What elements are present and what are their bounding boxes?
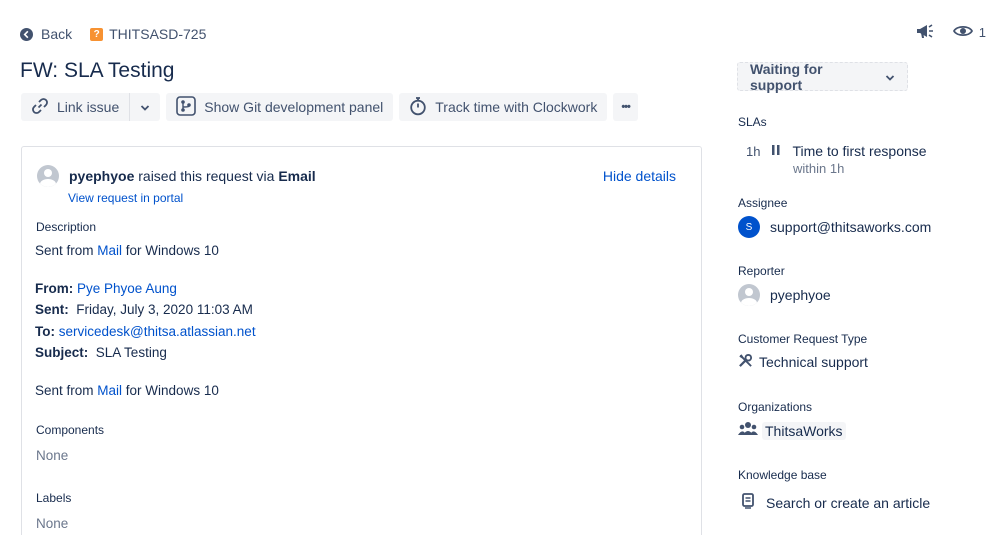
to-email-link[interactable]: servicedesk@thitsa.atlassian.net xyxy=(59,324,256,339)
chevron-down-icon xyxy=(140,99,150,115)
tools-icon xyxy=(738,353,753,371)
arrow-left-icon xyxy=(20,27,33,41)
reporter-label: Reporter xyxy=(738,264,785,278)
assignee-value: support@thitsaworks.com xyxy=(770,219,932,235)
question-icon: ? xyxy=(90,27,104,41)
to-label: To: xyxy=(35,324,55,339)
organization-value: ThitsaWorks xyxy=(762,421,846,440)
status-label: Waiting for support xyxy=(750,60,823,93)
top-actions: 1 xyxy=(915,22,986,43)
hide-details-link[interactable]: Hide details xyxy=(603,168,676,184)
request-details-panel: pyephyoe raised this request via Email V… xyxy=(21,146,702,535)
knowledge-base-search[interactable]: Search or create an article xyxy=(738,493,930,512)
back-button[interactable]: Back xyxy=(20,26,72,42)
labels-value[interactable]: None xyxy=(36,516,68,531)
avatar: S xyxy=(738,216,760,238)
git-panel-button[interactable]: Show Git development panel xyxy=(166,93,394,121)
labels-label: Labels xyxy=(36,491,72,505)
link-icon xyxy=(31,97,49,118)
from-link[interactable]: Pye Phyoe Aung xyxy=(77,281,177,296)
watch-button[interactable]: 1 xyxy=(952,24,986,41)
request-type-value: Technical support xyxy=(759,354,868,370)
watch-count: 1 xyxy=(978,25,986,40)
back-label: Back xyxy=(41,26,73,42)
issue-key: THITSASD-725 xyxy=(109,26,207,42)
pause-icon xyxy=(770,143,782,159)
email-from: From: Pye Phyoe Aung xyxy=(35,281,177,296)
sla-time: 1h xyxy=(746,143,761,159)
status-button[interactable]: Waiting for support xyxy=(737,60,908,93)
link-issue-label: Link issue xyxy=(57,99,120,115)
link-issue-dropdown[interactable] xyxy=(130,93,160,121)
from-label: From: xyxy=(35,281,74,296)
avatar xyxy=(738,284,760,306)
text-fragment: for Windows 10 xyxy=(122,243,219,258)
slas-label: SLAs xyxy=(738,115,767,129)
eye-icon xyxy=(952,24,973,41)
sla-within: within 1h xyxy=(793,161,845,176)
text-fragment: Sent from xyxy=(35,383,98,398)
issue-key-link[interactable]: ? THITSASD-725 xyxy=(90,26,206,42)
organizations-field[interactable]: ThitsaWorks xyxy=(738,420,846,441)
more-actions-button[interactable]: ••• xyxy=(613,93,638,121)
mail-link[interactable]: Mail xyxy=(97,383,122,398)
view-request-portal-link[interactable]: View request in portal xyxy=(68,191,183,205)
track-time-label: Track time with Clockwork xyxy=(435,99,598,115)
description-line: Sent from Mail for Windows 10 xyxy=(35,383,219,398)
stopwatch-icon xyxy=(409,96,427,119)
avatar xyxy=(37,165,59,187)
reporter-name[interactable]: pyephyoe xyxy=(69,168,134,184)
request-type-label: Customer Request Type xyxy=(738,332,868,346)
mail-link[interactable]: Mail xyxy=(97,243,122,258)
chevron-down-icon xyxy=(885,69,895,85)
top-bar: Back ? THITSASD-725 xyxy=(20,24,206,44)
description-line: Sent from Mail for Windows 10 xyxy=(35,243,219,258)
sla-row: 1h Time to first response xyxy=(738,143,927,159)
knowledge-base-value: Search or create an article xyxy=(766,494,931,511)
email-to: To: servicedesk@thitsa.atlassian.net xyxy=(35,324,256,339)
track-time-button[interactable]: Track time with Clockwork xyxy=(399,93,608,121)
sla-name: Time to first response xyxy=(792,143,927,159)
article-icon xyxy=(742,493,754,512)
description-label: Description xyxy=(36,220,97,234)
knowledge-base-label: Knowledge base xyxy=(738,468,827,482)
text-fragment: for Windows 10 xyxy=(122,383,219,398)
email-sent: Sent: Friday, July 3, 2020 11:03 AM xyxy=(35,302,253,317)
email-subject: Subject: SLA Testing xyxy=(35,345,167,360)
components-label: Components xyxy=(36,423,105,437)
assignee-label: Assignee xyxy=(738,196,788,210)
git-icon xyxy=(176,95,197,119)
request-channel: Email xyxy=(278,168,316,184)
git-panel-label: Show Git development panel xyxy=(204,99,384,115)
link-issue-group: Link issue xyxy=(21,93,161,121)
assignee-field[interactable]: S support@thitsaworks.com xyxy=(738,216,931,238)
link-issue-button[interactable]: Link issue xyxy=(21,93,129,121)
more-icon: ••• xyxy=(621,101,631,113)
request-type-field[interactable]: Technical support xyxy=(738,353,868,371)
text-fragment: Sent from xyxy=(35,243,98,258)
reporter-field[interactable]: pyephyoe xyxy=(738,284,831,306)
subject-value: SLA Testing xyxy=(95,345,167,360)
subject-label: Subject: xyxy=(35,345,89,360)
organizations-label: Organizations xyxy=(738,400,813,414)
request-origin: pyephyoe raised this request via Email xyxy=(37,165,316,187)
components-value[interactable]: None xyxy=(36,448,68,463)
sent-label: Sent: xyxy=(35,302,69,317)
sent-value: Friday, July 3, 2020 11:03 AM xyxy=(76,302,253,317)
issue-toolbar: Link issue Show Git development panel Tr… xyxy=(21,93,638,121)
raised-text: raised this request via xyxy=(138,168,275,184)
page-title: FW: SLA Testing xyxy=(20,59,175,82)
feedback-megaphone-icon[interactable] xyxy=(915,22,935,43)
reporter-value: pyephyoe xyxy=(770,287,831,303)
people-icon xyxy=(738,420,758,441)
